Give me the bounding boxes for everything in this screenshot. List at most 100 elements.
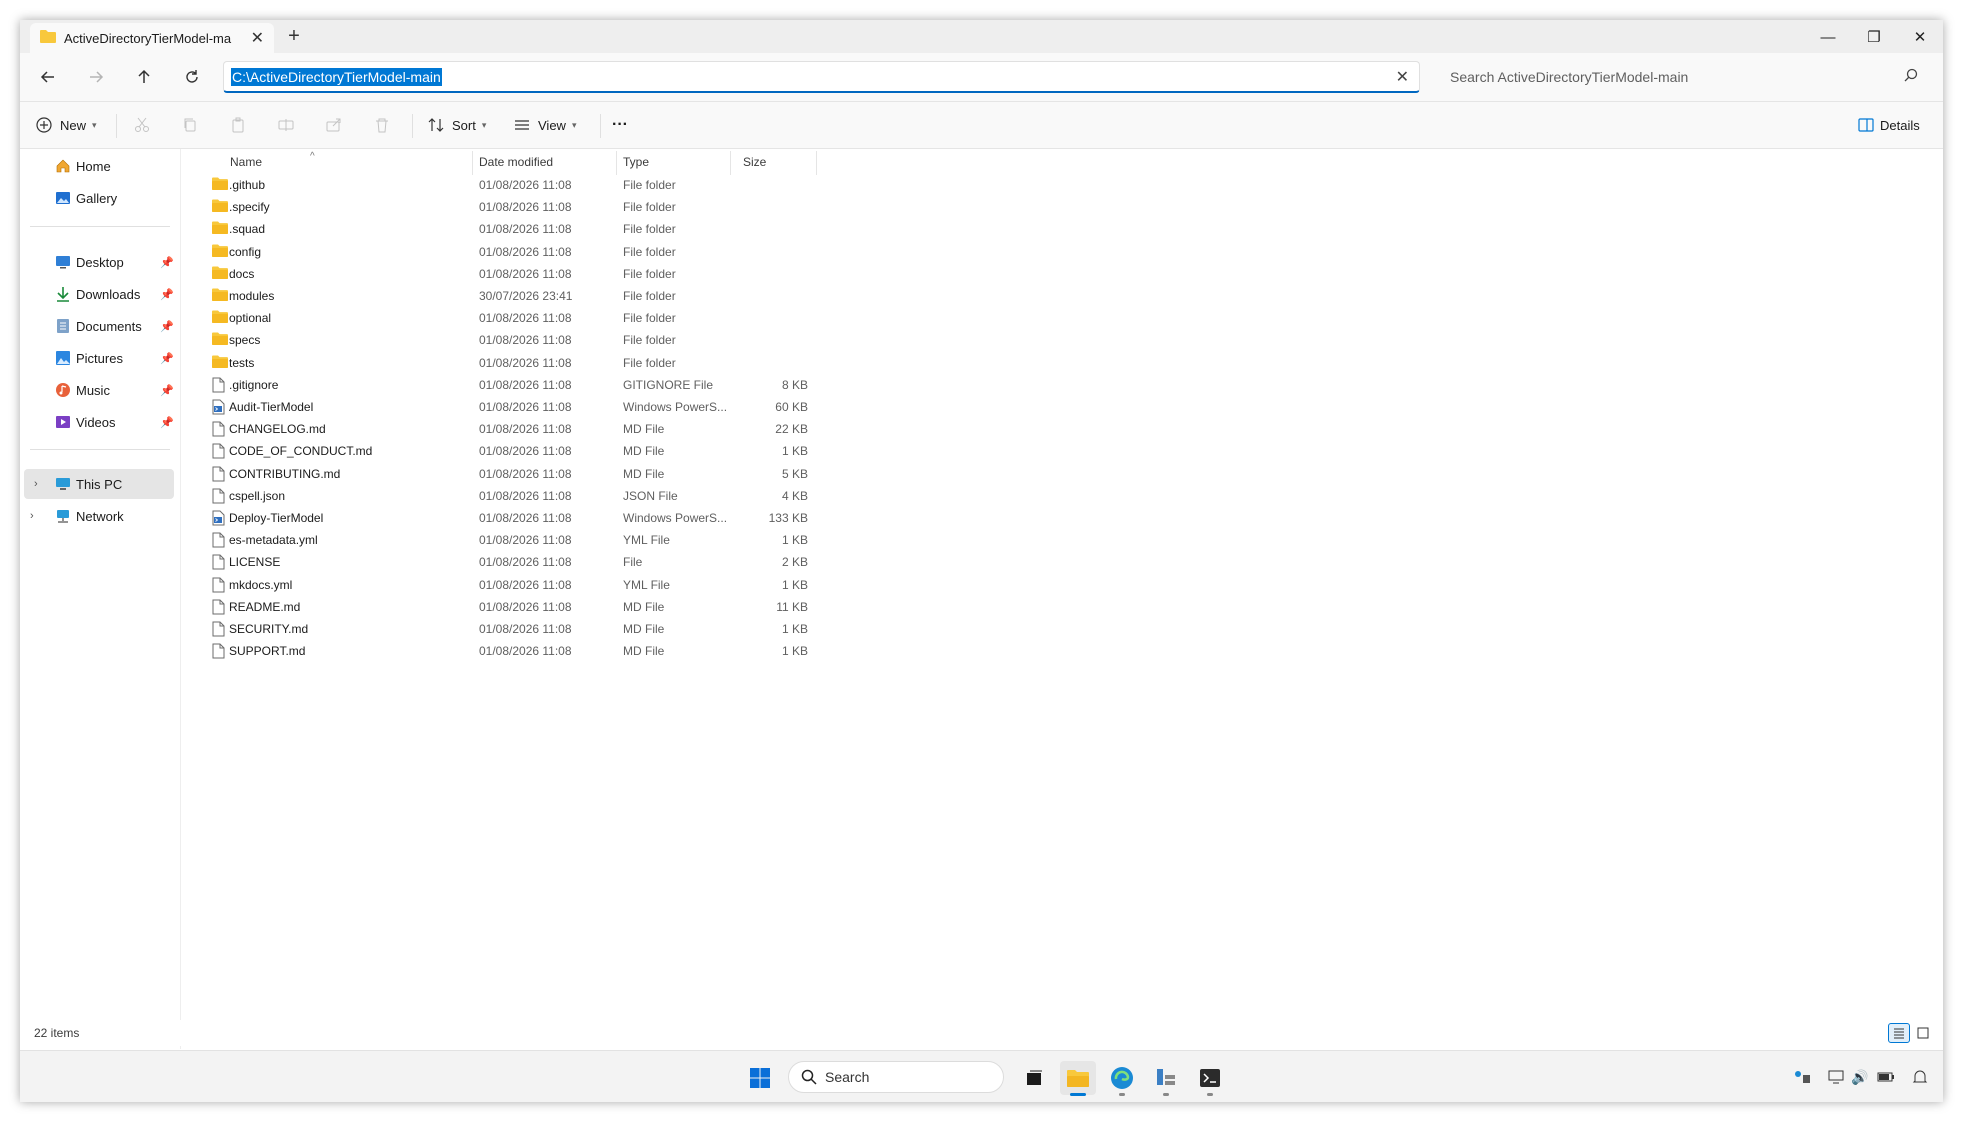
address-path[interactable]: C:\ActiveDirectoryTierModel-main (231, 67, 442, 86)
task-view-icon (1027, 1070, 1042, 1085)
network-icon (54, 507, 72, 525)
divider (600, 114, 601, 138)
file-row[interactable]: SUPPORT.md 01/08/2026 11:08 MD File 1 KB (190, 637, 830, 665)
documents-icon (54, 317, 72, 335)
taskbar-search[interactable]: Search (788, 1061, 1004, 1093)
file-size: 133 KB (768, 511, 808, 525)
file-list: Name ^ Date modified Type Size .github 01… (190, 149, 1930, 1049)
sidebar-item-music[interactable]: Music 📌 (20, 375, 180, 405)
file-name: SECURITY.md (229, 622, 309, 636)
sidebar-item-label: Gallery (76, 190, 118, 206)
pin-icon[interactable]: 📌 (160, 416, 174, 429)
sidebar-item-pictures[interactable]: Pictures 📌 (20, 343, 180, 373)
new-button[interactable]: New ▾ (36, 112, 97, 138)
back-button[interactable] (34, 64, 62, 90)
pin-icon[interactable]: 📌 (160, 384, 174, 397)
chevron-right-icon[interactable]: › (30, 510, 34, 522)
file-date-modified: 01/08/2026 11:08 (479, 222, 572, 237)
search-placeholder: Search ActiveDirectoryTierModel-main (1450, 69, 1689, 85)
sidebar-item-home[interactable]: Home (20, 151, 180, 181)
pin-icon[interactable]: 📌 (160, 320, 174, 333)
file-type: MD File (623, 644, 665, 659)
file-name: CODE_OF_CONDUCT.md (229, 444, 373, 459)
file-name: tests (229, 355, 255, 370)
tab-close-icon[interactable]: ✕ (251, 28, 264, 48)
file-explorer-taskbar-button[interactable] (1060, 1061, 1096, 1096)
tab-active[interactable]: ActiveDirectoryTierModel-ma ✕ (30, 23, 274, 53)
restore-button[interactable]: ❐ (1851, 22, 1897, 52)
terminal-taskbar-button[interactable] (1192, 1061, 1228, 1096)
pane-divider[interactable] (180, 149, 181, 1049)
running-indicator (1207, 1093, 1213, 1096)
details-view-button[interactable] (1888, 1023, 1910, 1043)
view-button[interactable]: View ▾ (514, 112, 576, 138)
document-icon (212, 554, 228, 570)
up-arrow-icon (138, 69, 150, 83)
sidebar-item-desktop[interactable]: Desktop 📌 (20, 247, 180, 277)
file-name: modules (229, 289, 275, 303)
start-button[interactable] (742, 1061, 778, 1095)
music-icon (54, 381, 72, 399)
rename-button[interactable] (278, 112, 294, 138)
document-icon (212, 599, 228, 615)
sort-button[interactable]: Sort ▾ (428, 112, 486, 138)
file-type: MD File (623, 466, 665, 481)
forward-button[interactable] (82, 64, 110, 90)
details-button[interactable]: Details (1858, 112, 1920, 138)
pin-icon[interactable]: 📌 (160, 256, 174, 269)
sidebar-item-network[interactable]: › Network (20, 501, 180, 531)
folder-icon (40, 29, 56, 48)
file-size: 5 KB (781, 466, 808, 481)
search-input[interactable]: Search ActiveDirectoryTierModel-main (1436, 61, 1930, 93)
minimize-button[interactable]: — (1805, 22, 1851, 52)
sidebar-item-gallery[interactable]: Gallery (20, 183, 180, 213)
file-type: File folder (623, 311, 676, 326)
display-tray-icon[interactable] (1826, 1067, 1846, 1087)
server-manager-taskbar-button[interactable] (1148, 1061, 1184, 1096)
chevron-down-icon: ▾ (481, 119, 487, 130)
clear-address-icon[interactable]: ✕ (1396, 67, 1409, 87)
notification-icon[interactable] (1910, 1067, 1930, 1087)
tiles-view-button[interactable] (1912, 1023, 1934, 1043)
sidebar-item-this-pc[interactable]: › This PC (24, 469, 174, 499)
view-label: View (538, 117, 566, 133)
sidebar-item-documents[interactable]: Documents 📌 (20, 311, 180, 341)
file-date-modified: 01/08/2026 11:08 (479, 577, 572, 592)
pin-icon[interactable]: 📌 (160, 352, 174, 365)
edge-taskbar-button[interactable] (1104, 1061, 1140, 1096)
file-type: YML File (623, 533, 670, 548)
document-icon (212, 532, 228, 548)
videos-icon (54, 413, 72, 431)
copy-button[interactable] (182, 112, 198, 138)
new-tab-button[interactable]: + (282, 25, 306, 48)
file-name: Audit-TierModel (229, 400, 314, 414)
rename-icon (278, 119, 294, 131)
more-options-button[interactable]: ··· (612, 112, 628, 138)
people-tray-icon[interactable] (1792, 1067, 1812, 1087)
address-bar[interactable]: C:\ActiveDirectoryTierModel-main ✕ (223, 61, 1420, 93)
new-plus-icon (36, 117, 52, 133)
pin-icon[interactable]: 📌 (160, 288, 174, 301)
trash-icon (376, 118, 388, 133)
file-date-modified: 01/08/2026 11:08 (479, 377, 572, 392)
sidebar-item-videos[interactable]: Videos 📌 (20, 407, 180, 437)
document-icon (212, 577, 228, 593)
file-name: CONTRIBUTING.md (229, 466, 341, 481)
chevron-right-icon[interactable]: › (34, 478, 38, 490)
paste-button[interactable] (230, 112, 246, 138)
task-view-button[interactable] (1016, 1061, 1052, 1095)
file-name: specs (229, 333, 261, 348)
share-button[interactable] (326, 112, 342, 138)
cut-button[interactable] (134, 112, 150, 138)
document-icon (212, 466, 228, 482)
file-size: 11 KB (776, 599, 808, 614)
delete-button[interactable] (374, 112, 390, 138)
refresh-button[interactable] (178, 64, 206, 90)
up-button[interactable] (130, 64, 158, 90)
sidebar-item-downloads[interactable]: Downloads 📌 (20, 279, 180, 309)
sidebar-item-label: Network (76, 508, 124, 524)
battery-icon[interactable] (1876, 1067, 1896, 1087)
close-button[interactable]: ✕ (1897, 22, 1943, 52)
file-type: File folder (623, 355, 676, 370)
volume-icon[interactable]: 🔊 (1850, 1067, 1870, 1087)
